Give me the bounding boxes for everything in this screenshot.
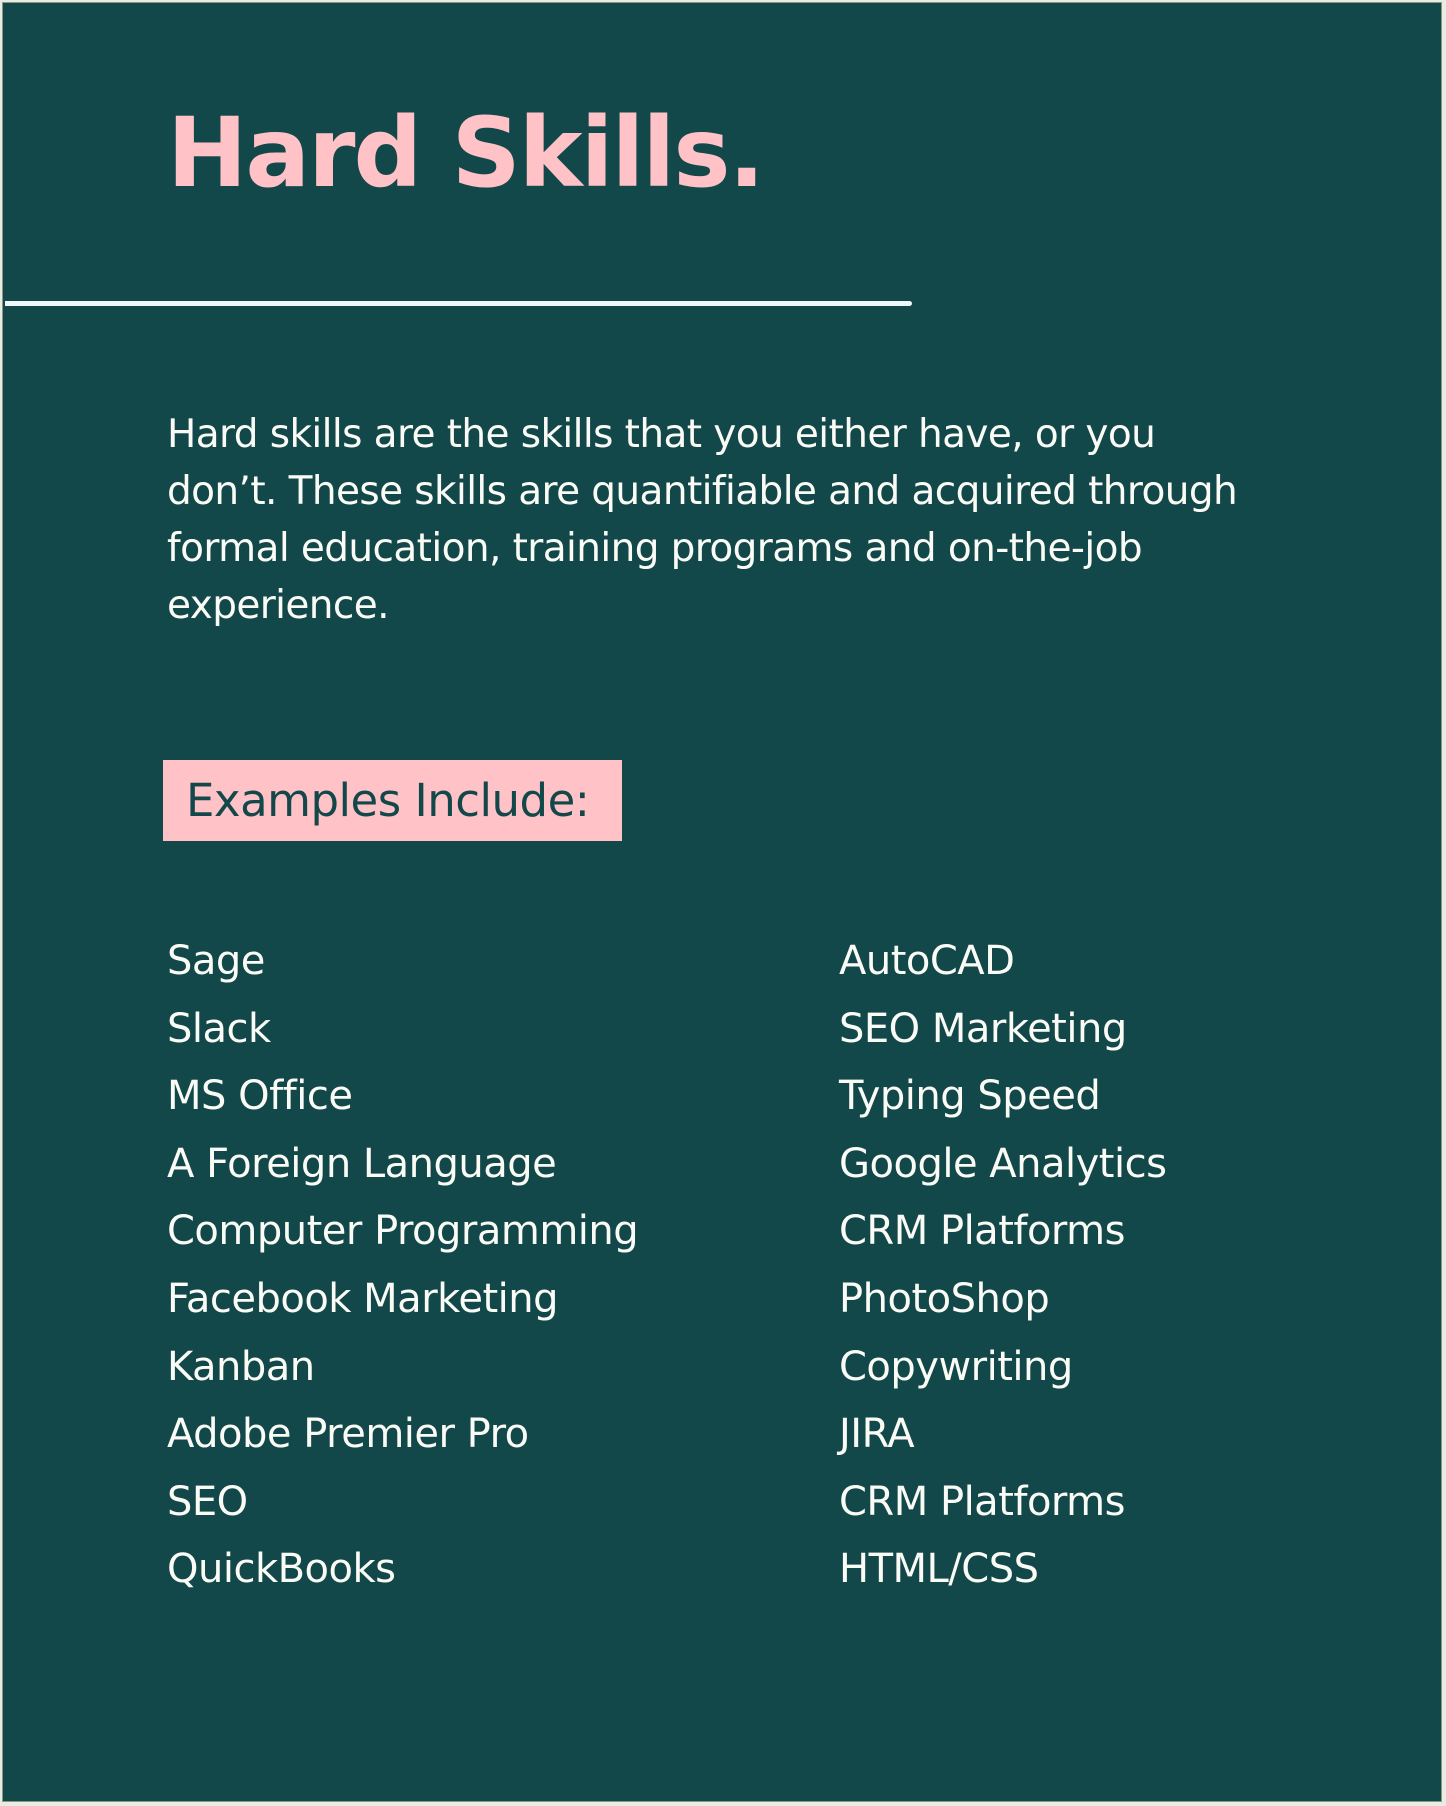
skills-list-right: AutoCAD SEO Marketing Typing Speed Googl…: [839, 928, 1167, 1604]
skill-item: Slack: [167, 1005, 271, 1052]
skill-item: Google Analytics: [839, 1140, 1167, 1187]
skill-item: MS Office: [167, 1073, 353, 1120]
skill-item: Facebook Marketing: [167, 1275, 559, 1322]
skill-item: Kanban: [167, 1343, 315, 1390]
skill-item: PhotoShop: [839, 1275, 1050, 1322]
skill-item: Sage: [167, 938, 265, 984]
skill-item: SEO Marketing: [839, 1005, 1127, 1052]
skill-item: Computer Programming: [167, 1208, 639, 1255]
skill-item: HTML/CSS: [839, 1546, 1039, 1593]
skill-item: CRM Platforms: [839, 1208, 1125, 1255]
skill-item: AutoCAD: [839, 938, 1015, 984]
skill-item: Copywriting: [839, 1343, 1073, 1390]
skills-list-left: Sage Slack MS Office A Foreign Language …: [167, 928, 639, 1604]
examples-label-badge: Examples Include:: [163, 760, 622, 841]
skill-item: CRM Platforms: [839, 1478, 1125, 1525]
page-title: Hard Skills.: [167, 97, 765, 209]
intro-paragraph: Hard skills are the skills that you eith…: [167, 412, 1238, 628]
skill-item: JIRA: [839, 1411, 915, 1458]
skill-item: QuickBooks: [167, 1546, 396, 1593]
skill-item: Adobe Premier Pro: [167, 1411, 529, 1458]
skill-item: SEO: [167, 1478, 248, 1525]
skill-item: Typing Speed: [839, 1073, 1101, 1120]
skill-item: A Foreign Language: [167, 1140, 557, 1187]
hard-skills-card: Hard Skills. Hard skills are the skills …: [2, 2, 1442, 1802]
divider: [5, 301, 912, 306]
